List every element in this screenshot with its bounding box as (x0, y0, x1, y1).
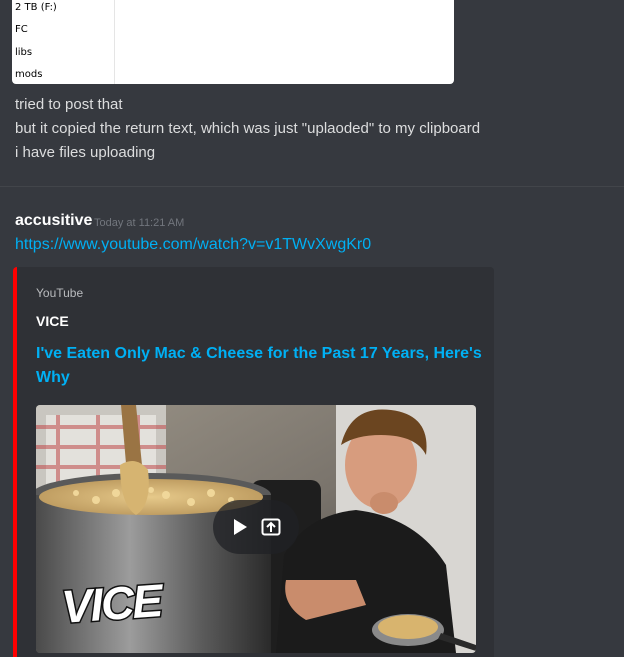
play-icon[interactable] (232, 518, 248, 536)
pane-divider (114, 0, 115, 84)
video-thumbnail[interactable]: VICE (36, 405, 476, 653)
message-text: i have files uploading (15, 144, 156, 161)
external-link-icon[interactable] (261, 518, 281, 536)
embed-author[interactable]: VICE (36, 313, 69, 329)
message-timestamp: Today at 11:21 AM (94, 217, 185, 229)
embed-title[interactable]: I've Eaten Only Mac & Cheese for the Pas… (36, 342, 486, 390)
message-link[interactable]: https://www.youtube.com/watch?v=v1TWvXwg… (15, 236, 371, 254)
svg-text:VICE: VICE (60, 574, 166, 633)
drive-entry: 2 TB (F:) (15, 2, 57, 13)
folder-entry: FC (15, 24, 28, 35)
message-text: but it copied the return text, which was… (15, 120, 481, 137)
video-controls (213, 500, 299, 554)
folder-entry: mods (15, 69, 43, 80)
folder-entry: libs (15, 47, 33, 58)
youtube-embed: YouTube VICE I've Eaten Only Mac & Chees… (13, 267, 494, 657)
embed-provider[interactable]: YouTube (36, 286, 83, 300)
image-attachment[interactable]: 2 TB (F:) FC libs mods (12, 0, 454, 84)
message-group-divider (0, 186, 624, 187)
username[interactable]: accusitive (15, 212, 92, 230)
message-text: tried to post that (15, 96, 123, 113)
